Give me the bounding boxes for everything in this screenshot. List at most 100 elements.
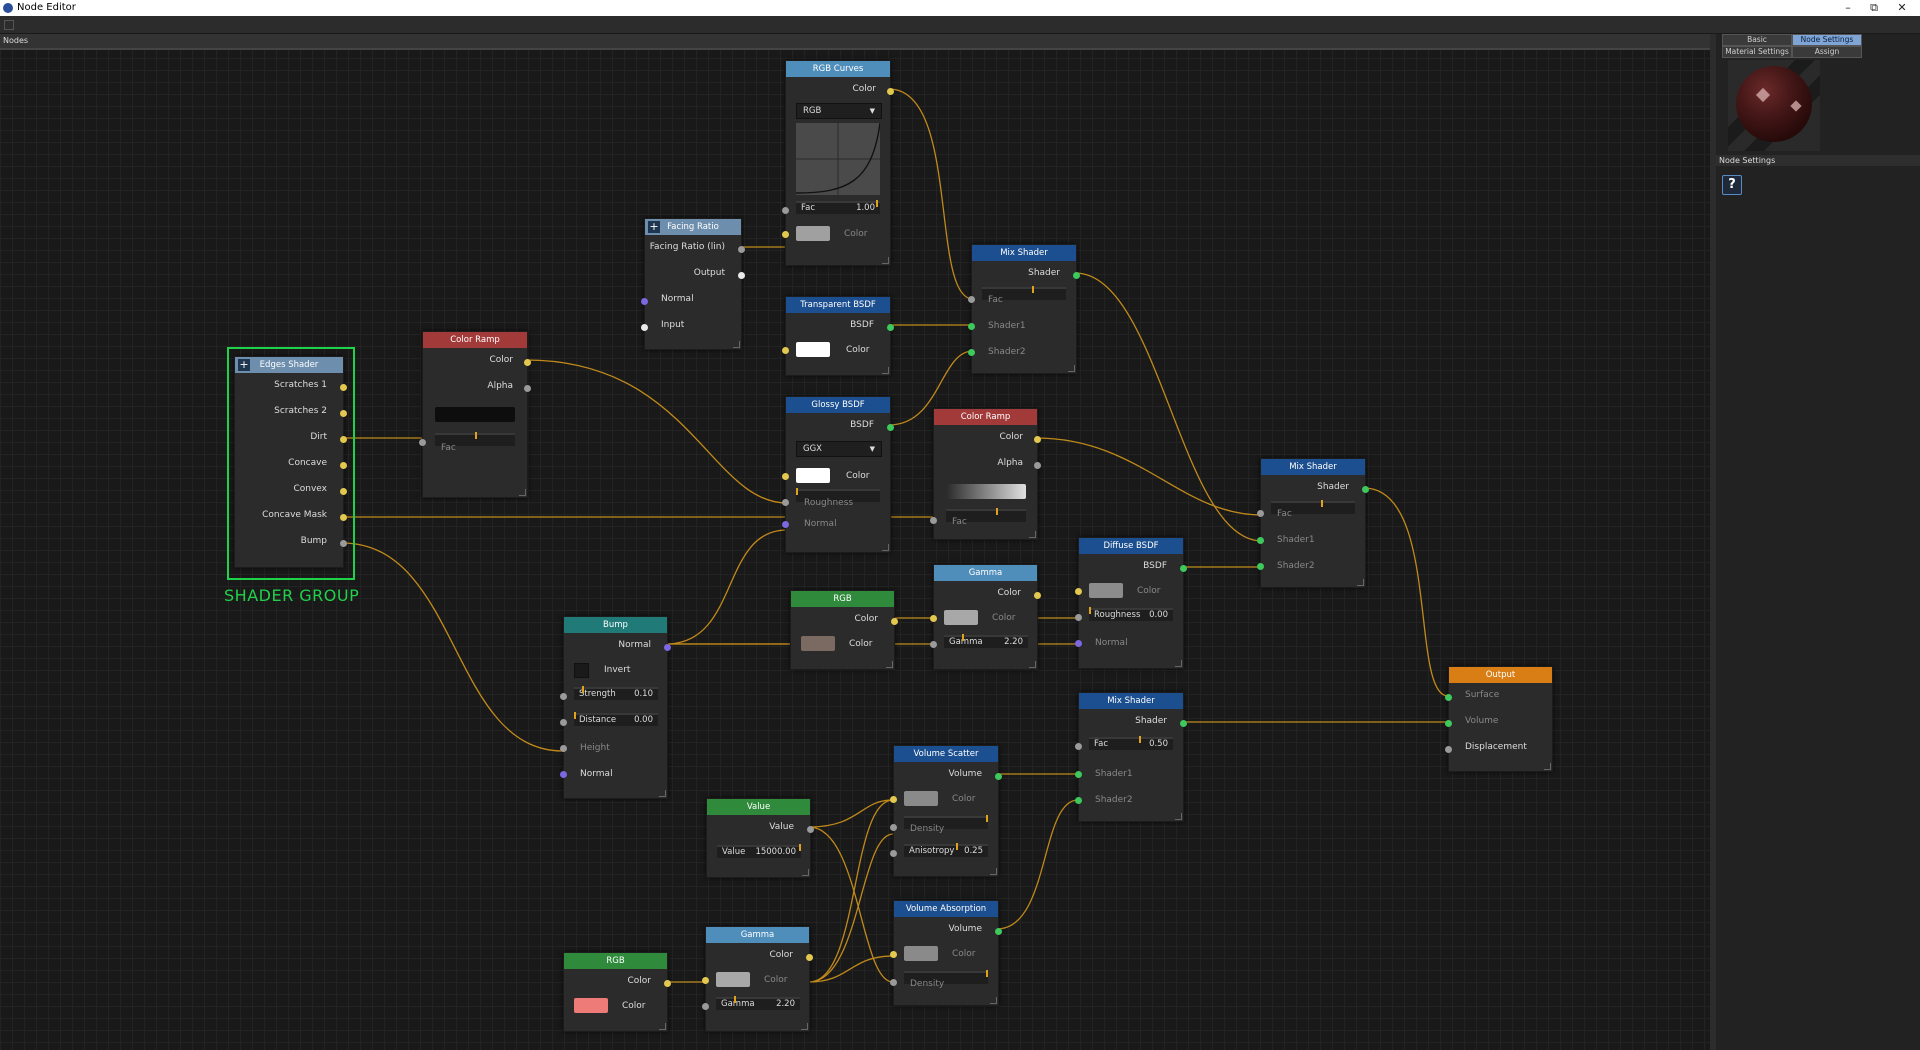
- output-socket[interactable]: [887, 424, 894, 431]
- input-socket[interactable]: [1257, 563, 1264, 570]
- output-socket[interactable]: [664, 980, 671, 987]
- output-node[interactable]: Output Surface Volume Displacement: [1445, 666, 1553, 772]
- color-swatch[interactable]: [904, 791, 938, 806]
- output-socket[interactable]: [887, 324, 894, 331]
- output-socket[interactable]: [340, 462, 347, 469]
- input-socket[interactable]: [560, 719, 567, 726]
- input-socket[interactable]: [702, 977, 709, 984]
- input-socket[interactable]: [782, 473, 789, 480]
- mix-shader-node[interactable]: Mix Shader Shader Fac Shader1 Shader2: [1257, 458, 1369, 588]
- value-node[interactable]: Value Value Value 15000.00: [706, 798, 814, 878]
- input-socket[interactable]: [890, 850, 897, 857]
- resize-handle[interactable]: [990, 997, 997, 1004]
- input-socket[interactable]: [930, 641, 937, 648]
- volume-absorption-node[interactable]: Volume Absorption Volume Color Density: [890, 900, 1002, 1006]
- color-swatch[interactable]: [801, 636, 835, 651]
- output-socket[interactable]: [340, 410, 347, 417]
- input-socket[interactable]: [1075, 771, 1082, 778]
- glossy-bsdf-node[interactable]: Glossy BSDF BSDF GGX ▼ Color Roughness No…: [782, 396, 894, 553]
- input-socket[interactable]: [782, 207, 789, 214]
- resize-handle[interactable]: [1175, 813, 1182, 820]
- input-socket[interactable]: [968, 349, 975, 356]
- color-swatch[interactable]: [796, 226, 830, 241]
- output-socket[interactable]: [1180, 565, 1187, 572]
- input-socket[interactable]: [782, 499, 789, 506]
- diffuse-bsdf-node[interactable]: Diffuse BSDF BSDF Color Roughness 0.00 No…: [1075, 537, 1187, 669]
- channel-dropdown[interactable]: RGB ▼: [796, 103, 882, 119]
- input-socket[interactable]: [890, 951, 897, 958]
- output-socket[interactable]: [340, 514, 347, 521]
- material-preview[interactable]: [1728, 60, 1820, 151]
- resize-handle[interactable]: [659, 1023, 666, 1030]
- color-ramp-node[interactable]: Color Ramp Color Alpha Fac: [930, 408, 1041, 540]
- resize-handle[interactable]: [801, 1023, 808, 1030]
- expand-icon[interactable]: +: [238, 359, 250, 371]
- output-socket[interactable]: [340, 384, 347, 391]
- input-socket[interactable]: [782, 347, 789, 354]
- rgb-curves-node[interactable]: RGB Curves Color RGB ▼ Fac 1.00 Color: [782, 60, 894, 266]
- gradient-ramp[interactable]: [435, 407, 515, 422]
- output-socket[interactable]: [738, 246, 745, 253]
- output-socket[interactable]: [995, 928, 1002, 935]
- input-socket[interactable]: [560, 771, 567, 778]
- anisotropy-slider[interactable]: Anisotropy 0.25: [904, 843, 988, 857]
- output-socket[interactable]: [340, 436, 347, 443]
- input-socket[interactable]: [930, 615, 937, 622]
- input-socket[interactable]: [890, 979, 897, 986]
- resize-handle[interactable]: [1029, 661, 1036, 668]
- tab-node-settings[interactable]: Node Settings: [1792, 34, 1862, 46]
- curve-graph[interactable]: [796, 123, 880, 195]
- input-socket[interactable]: [560, 745, 567, 752]
- input-socket[interactable]: [1075, 640, 1082, 647]
- resize-handle[interactable]: [802, 869, 809, 876]
- distance-slider[interactable]: Distance 0.00: [574, 712, 658, 726]
- output-socket[interactable]: [891, 618, 898, 625]
- gamma-node[interactable]: Gamma Color Color Gamma 2.20: [702, 926, 813, 1032]
- resize-handle[interactable]: [1029, 531, 1036, 538]
- color-ramp-node[interactable]: Color Ramp Color Alpha Fac: [419, 331, 531, 498]
- help-button[interactable]: ?: [1722, 175, 1742, 195]
- output-socket[interactable]: [524, 359, 531, 366]
- node-canvas[interactable]: Nodes SHADER GROUP + Edges Shader Scratc…: [0, 34, 1710, 1050]
- input-socket[interactable]: [1257, 510, 1264, 517]
- output-socket[interactable]: [1034, 436, 1041, 443]
- tab-material-settings[interactable]: Material Settings: [1722, 46, 1792, 58]
- color-swatch[interactable]: [796, 468, 830, 483]
- output-socket[interactable]: [807, 826, 814, 833]
- color-swatch[interactable]: [1089, 583, 1123, 598]
- minimize-button[interactable]: –: [1836, 0, 1860, 16]
- fac-slider[interactable]: Fac 1.00: [796, 200, 880, 214]
- input-socket[interactable]: [1445, 694, 1452, 701]
- output-socket[interactable]: [1180, 720, 1187, 727]
- color-swatch[interactable]: [904, 946, 938, 961]
- resize-handle[interactable]: [882, 367, 889, 374]
- output-socket[interactable]: [1362, 486, 1369, 493]
- volume-scatter-node[interactable]: Volume Scatter Volume Color Density Anis…: [890, 745, 1002, 877]
- input-socket[interactable]: [702, 1003, 709, 1010]
- edges-shader-node[interactable]: + Edges Shader Scratches 1 Scratches 2 D…: [234, 356, 347, 568]
- resize-handle[interactable]: [990, 868, 997, 875]
- input-socket[interactable]: [1257, 537, 1264, 544]
- rgb-node[interactable]: RGB Color Color: [790, 590, 898, 670]
- input-socket[interactable]: [890, 824, 897, 831]
- output-socket[interactable]: [995, 773, 1002, 780]
- invert-checkbox[interactable]: [574, 663, 589, 678]
- output-socket[interactable]: [1034, 462, 1041, 469]
- input-socket[interactable]: [1075, 588, 1082, 595]
- input-socket[interactable]: [1445, 746, 1452, 753]
- gamma-slider[interactable]: Gamma 2.20: [716, 996, 800, 1010]
- fac-slider[interactable]: Fac 0.50: [1089, 736, 1173, 750]
- color-swatch[interactable]: [796, 342, 830, 357]
- bump-node[interactable]: Bump Normal Invert Strength 0.10 Distance…: [560, 616, 671, 799]
- transparent-bsdf-node[interactable]: Transparent BSDF BSDF Color: [782, 296, 894, 376]
- output-socket[interactable]: [887, 88, 894, 95]
- input-socket[interactable]: [890, 796, 897, 803]
- gradient-ramp[interactable]: [946, 484, 1026, 499]
- output-socket[interactable]: [738, 272, 745, 279]
- input-socket[interactable]: [1445, 720, 1452, 727]
- input-socket[interactable]: [560, 693, 567, 700]
- input-socket[interactable]: [968, 296, 975, 303]
- resize-handle[interactable]: [659, 790, 666, 797]
- resize-handle[interactable]: [1068, 365, 1075, 372]
- tab-assign[interactable]: Assign: [1792, 46, 1862, 58]
